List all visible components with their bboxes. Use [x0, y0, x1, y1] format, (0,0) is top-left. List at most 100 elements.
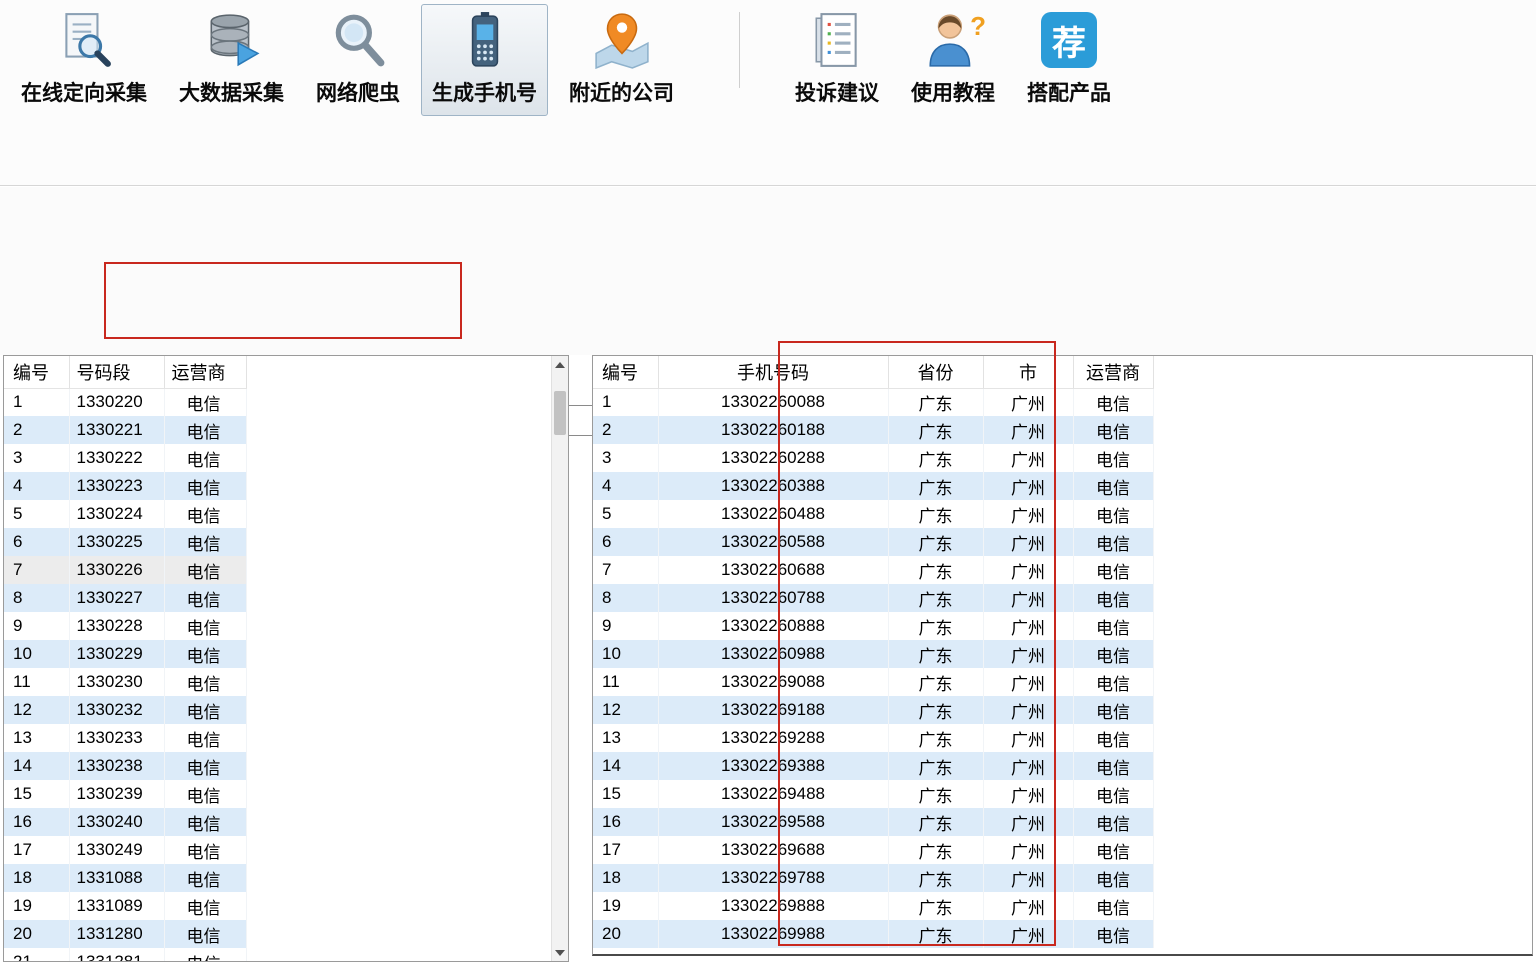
column-header[interactable]: 运营商 [164, 356, 246, 388]
table-cell: 1330238 [69, 752, 164, 780]
table-row[interactable]: 181331088电信 [4, 864, 246, 892]
table-row[interactable]: 713302260688广东广州电信 [593, 556, 1153, 584]
table-header-row: 编号 手机号码 省份 市 运营商 [593, 356, 1153, 388]
column-header[interactable]: 运营商 [1073, 356, 1153, 388]
table-cell: 15 [4, 780, 69, 808]
table-cell: 广东 [888, 556, 983, 584]
table-row[interactable]: 813302260788广东广州电信 [593, 584, 1153, 612]
table-row[interactable]: 81330227电信 [4, 584, 246, 612]
table-cell: 13302260388 [658, 472, 888, 500]
table-cell: 广州 [983, 444, 1073, 472]
table-row[interactable]: 71330226电信 [4, 556, 246, 584]
table-cell: 1330221 [69, 416, 164, 444]
table-row[interactable]: 141330238电信 [4, 752, 246, 780]
table-cell: 20 [4, 920, 69, 948]
table-row[interactable]: 613302260588广东广州电信 [593, 528, 1153, 556]
toolbar-item-web-crawler[interactable]: 网络爬虫 [305, 4, 411, 116]
toolbar-item-generate-phone[interactable]: 生成手机号 [421, 4, 548, 116]
table-row[interactable]: 1213302269188广东广州电信 [593, 696, 1153, 724]
table-row[interactable]: 51330224电信 [4, 500, 246, 528]
table-cell: 广州 [983, 752, 1073, 780]
scrollbar-thumb[interactable] [554, 391, 566, 435]
toolbar-item-nearby-companies[interactable]: 附近的公司 [558, 4, 685, 116]
toolbar-item-recommended-products[interactable]: 荐 搭配产品 [1016, 4, 1122, 116]
table-row[interactable]: 111330230电信 [4, 668, 246, 696]
table-row[interactable]: 113302260088广东广州电信 [593, 388, 1153, 416]
scroll-down-button[interactable] [552, 944, 568, 961]
table-row[interactable]: 1113302269088广东广州电信 [593, 668, 1153, 696]
table-row[interactable]: 171330249电信 [4, 836, 246, 864]
table-row[interactable]: 513302260488广东广州电信 [593, 500, 1153, 528]
table-row[interactable]: 131330233电信 [4, 724, 246, 752]
table-row[interactable]: 1313302269288广东广州电信 [593, 724, 1153, 752]
magnifier-icon [329, 11, 387, 69]
table-row[interactable]: 1713302269688广东广州电信 [593, 836, 1153, 864]
table-row[interactable]: 151330239电信 [4, 780, 246, 808]
table-cell: 电信 [1073, 640, 1153, 668]
table-row[interactable]: 413302260388广东广州电信 [593, 472, 1153, 500]
arrow-down-icon [555, 950, 565, 956]
toolbar-item-bigdata-collect[interactable]: 大数据采集 [168, 4, 295, 116]
table-cell: 13302269688 [658, 836, 888, 864]
column-header[interactable]: 市 [983, 356, 1073, 388]
table-row[interactable]: 1813302269788广东广州电信 [593, 864, 1153, 892]
table-row[interactable]: 101330229电信 [4, 640, 246, 668]
table-cell: 1 [4, 388, 69, 416]
column-header[interactable]: 省份 [888, 356, 983, 388]
table-row[interactable]: 211331281电信 [4, 948, 246, 962]
vertical-scrollbar[interactable] [551, 356, 568, 961]
table-row[interactable]: 201331280电信 [4, 920, 246, 948]
column-header[interactable]: 编号 [4, 356, 69, 388]
table-row[interactable]: 1413302269388广东广州电信 [593, 752, 1153, 780]
table-row[interactable]: 11330220电信 [4, 388, 246, 416]
table-cell: 电信 [164, 836, 246, 864]
table-row[interactable]: 313302260288广东广州电信 [593, 444, 1153, 472]
table-row[interactable]: 1513302269488广东广州电信 [593, 780, 1153, 808]
table-cell: 13 [593, 724, 658, 752]
table-cell: 1331088 [69, 864, 164, 892]
table-row[interactable]: 121330232电信 [4, 696, 246, 724]
table-row[interactable]: 213302260188广东广州电信 [593, 416, 1153, 444]
table-row[interactable]: 41330223电信 [4, 472, 246, 500]
table-cell: 广东 [888, 444, 983, 472]
table-cell: 电信 [164, 556, 246, 584]
table-cell: 9 [593, 612, 658, 640]
column-header[interactable]: 编号 [593, 356, 658, 388]
toolbar-item-online-directed-collect[interactable]: 在线定向采集 [10, 4, 158, 116]
table-row[interactable]: 31330222电信 [4, 444, 246, 472]
column-header[interactable]: 号码段 [69, 356, 164, 388]
table-cell: 1330239 [69, 780, 164, 808]
table-cell: 电信 [164, 780, 246, 808]
table-cell: 广东 [888, 780, 983, 808]
table-cell: 7 [593, 556, 658, 584]
table-cell: 1330249 [69, 836, 164, 864]
table-cell: 广东 [888, 500, 983, 528]
table-cell: 电信 [1073, 892, 1153, 920]
table-cell: 广州 [983, 808, 1073, 836]
table-cell: 广州 [983, 640, 1073, 668]
table-row[interactable]: 2013302269988广东广州电信 [593, 920, 1153, 948]
recommend-badge-text: 荐 [1052, 16, 1086, 65]
table-row[interactable]: 1013302260988广东广州电信 [593, 640, 1153, 668]
table-cell: 广州 [983, 500, 1073, 528]
scroll-up-button[interactable] [552, 356, 568, 373]
toolbar-item-feedback[interactable]: 投诉建议 [784, 4, 890, 116]
table-row[interactable]: 191331089电信 [4, 892, 246, 920]
table-cell: 电信 [164, 864, 246, 892]
table-cell: 13302269788 [658, 864, 888, 892]
table-cell: 电信 [1073, 416, 1153, 444]
table-row[interactable]: 913302260888广东广州电信 [593, 612, 1153, 640]
table-cell: 广州 [983, 864, 1073, 892]
toolbar-item-label: 生成手机号 [432, 77, 537, 107]
table-cell: 13302269088 [658, 668, 888, 696]
toolbar-item-tutorial[interactable]: ? 使用教程 [900, 4, 1006, 116]
table-row[interactable]: 91330228电信 [4, 612, 246, 640]
table-row[interactable]: 61330225电信 [4, 528, 246, 556]
column-header[interactable]: 手机号码 [658, 356, 888, 388]
table-row[interactable]: 21330221电信 [4, 416, 246, 444]
table-row[interactable]: 161330240电信 [4, 808, 246, 836]
table-row[interactable]: 1613302269588广东广州电信 [593, 808, 1153, 836]
table-row[interactable]: 1913302269888广东广州电信 [593, 892, 1153, 920]
table-cell: 5 [4, 500, 69, 528]
map-pin-icon [593, 11, 651, 69]
